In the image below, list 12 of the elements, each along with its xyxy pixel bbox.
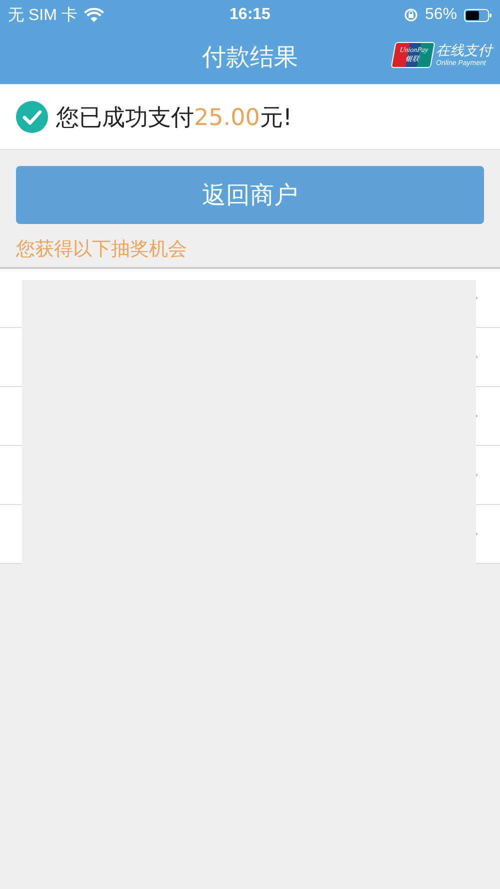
carrier-text: 无 SIM 卡 bbox=[8, 6, 78, 26]
battery-percent: 56% bbox=[424, 6, 457, 24]
page-title: 付款结果 bbox=[202, 42, 298, 73]
prize-note: 您获得以下抽奖机会 bbox=[15, 237, 188, 262]
return-button[interactable]: 返回商户 bbox=[16, 166, 484, 224]
clock-text: 16:15 bbox=[230, 6, 270, 24]
wifi-icon bbox=[84, 8, 104, 22]
rotation-lock-icon bbox=[404, 8, 418, 22]
check-icon bbox=[16, 101, 48, 133]
payment-success-text: 您已成功支付25.00元! bbox=[56, 104, 292, 132]
battery-icon bbox=[464, 8, 492, 22]
logo-title: 在线支付 bbox=[436, 42, 492, 58]
